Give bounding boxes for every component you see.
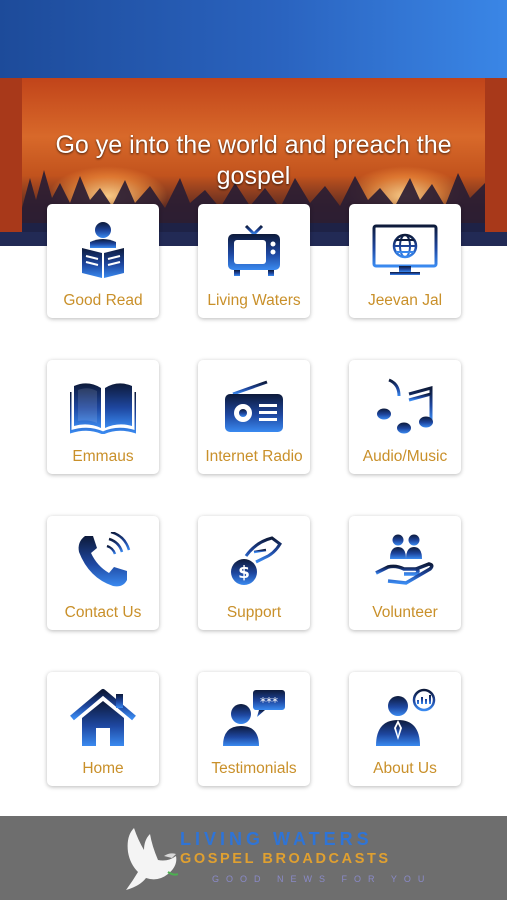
tile-label: Home: [82, 760, 124, 777]
logo-line-2: GOSPEL BROADCASTS: [180, 851, 391, 867]
tile-label: Contact Us: [64, 604, 142, 621]
tile-volunteer[interactable]: Volunteer: [349, 516, 461, 630]
speaker-person-icon: [372, 688, 438, 748]
tile-jeevan-jal[interactable]: Jeevan Jal: [349, 204, 461, 318]
tile-label: Testimonials: [211, 760, 297, 777]
tile-emmaus[interactable]: Emmaus: [47, 360, 159, 474]
menu-grid: Good Read Living Waters Jeevan Jal Emmau…: [0, 0, 507, 900]
tile-label: Good Read: [63, 292, 143, 309]
tile-contact-us[interactable]: Contact Us: [47, 516, 159, 630]
house-icon: [70, 688, 136, 748]
tile-living-waters[interactable]: Living Waters: [198, 204, 310, 318]
donation-hand-icon: $: [221, 532, 287, 592]
tile-label: Living Waters: [207, 292, 301, 309]
open-book-icon: [70, 376, 136, 436]
tile-label: Jeevan Jal: [367, 292, 443, 309]
globe-monitor-icon: [372, 220, 438, 280]
dove-icon: [126, 828, 178, 890]
logo-tagline: GOOD NEWS FOR YOU: [212, 874, 432, 884]
tile-label: Emmaus: [72, 448, 134, 465]
tile-home[interactable]: Home: [47, 672, 159, 786]
people-hand-icon: [372, 532, 438, 592]
tile-support[interactable]: $ Support: [198, 516, 310, 630]
tile-label: Audio/Music: [362, 448, 448, 465]
svg-text:$: $: [238, 563, 250, 583]
tile-good-read[interactable]: Good Read: [47, 204, 159, 318]
music-notes-icon: [372, 376, 438, 436]
tile-audio-music[interactable]: Audio/Music: [349, 360, 461, 474]
logo-line-1: LIVING WATERS: [180, 829, 373, 849]
tile-label: Internet Radio: [205, 448, 303, 465]
tile-internet-radio[interactable]: Internet Radio: [198, 360, 310, 474]
speech-person-icon: ***: [221, 688, 287, 748]
phone-icon: [70, 532, 136, 592]
tile-about-us[interactable]: About Us: [349, 672, 461, 786]
tile-testimonials[interactable]: *** Testimonials: [198, 672, 310, 786]
television-icon: [221, 220, 287, 280]
tile-label: Support: [226, 604, 282, 621]
radio-icon: [221, 376, 287, 436]
tile-label: About Us: [373, 760, 437, 777]
tile-label: Volunteer: [372, 604, 438, 621]
svg-text:***: ***: [260, 695, 278, 709]
reading-person-icon: [70, 220, 136, 280]
